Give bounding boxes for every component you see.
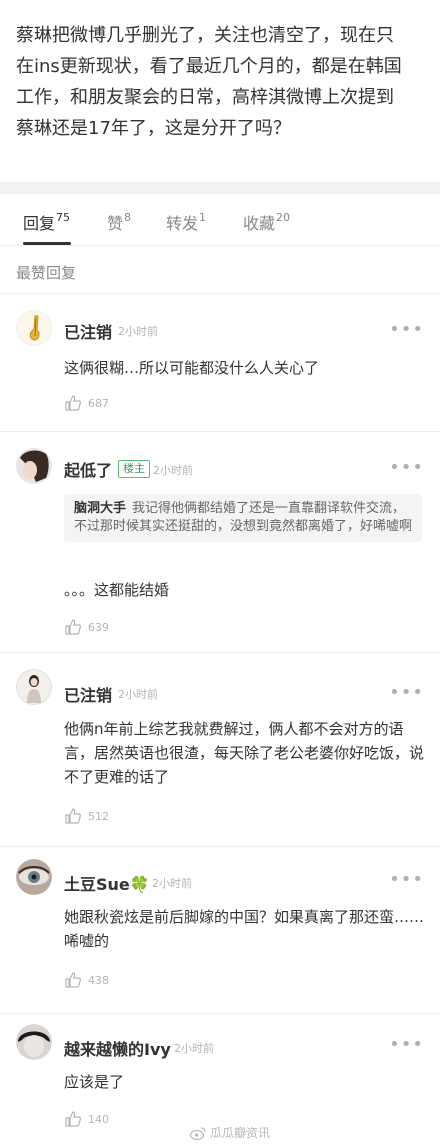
avatar[interactable]: [16, 859, 52, 895]
comment-time: 2小时前: [152, 877, 192, 890]
weibo-logo-icon: [189, 1126, 206, 1140]
post-line: 蔡琳还是17年了，这是分开了吗？: [16, 118, 291, 139]
like-count: 512: [88, 809, 109, 823]
post-text: 蔡琳把微博几乎删光了，关注也清空了，现在只 在ins更新现状，看了最近几个月的，…: [16, 20, 424, 144]
avatar[interactable]: [16, 448, 52, 484]
tab-count: 1: [199, 210, 207, 224]
like-button[interactable]: 438: [64, 971, 109, 989]
section-title: 最赞回复: [16, 264, 77, 282]
comment-time: 2小时前: [118, 325, 158, 338]
avatar[interactable]: [16, 310, 52, 346]
section-gap: [0, 182, 440, 194]
more-options-icon[interactable]: •••: [389, 1034, 424, 1055]
avatar[interactable]: [16, 669, 52, 705]
post-line: 工作，和朋友聚会的日常，高梓淇微博上次提到: [16, 87, 394, 108]
avatar[interactable]: [16, 1024, 52, 1060]
comment-time: 2小时前: [174, 1042, 214, 1055]
tab-bar: 回复75 赞8 转发1 收藏20: [0, 194, 440, 246]
tab-likes[interactable]: 赞8: [107, 210, 131, 234]
watermark: 瓜瓜瓣资讯: [189, 1124, 270, 1141]
commenter-name[interactable]: 起低了: [64, 457, 112, 481]
comment-item: 起低了 楼主 2小时前 ••• 脑洞大手 我记得他俩都结婚了还是一直靠翻译软件交流…: [0, 432, 440, 653]
comment-item: 已注销 2小时前 ••• 这俩很糊…所以可能都没什么人关心了 687: [0, 294, 440, 432]
tab-label: 收藏: [243, 214, 276, 233]
more-options-icon[interactable]: •••: [389, 869, 424, 890]
commenter-name[interactable]: 已注销: [64, 319, 112, 343]
tab-count: 20: [276, 210, 291, 224]
post-line: 在ins更新现状，看了最近几个月的，都是在韩国: [16, 56, 402, 77]
op-badge: 楼主: [118, 460, 150, 478]
like-button[interactable]: 512: [64, 807, 109, 825]
more-options-icon[interactable]: •••: [389, 457, 424, 478]
like-count: 438: [88, 973, 109, 987]
thumbs-up-icon: [65, 1111, 81, 1127]
comment-body: 。。。这都能结婚: [64, 581, 170, 599]
post-line: 蔡琳把微博几乎删光了，关注也清空了，现在只: [16, 25, 394, 46]
avatar-portrait-icon: [16, 1024, 52, 1060]
more-options-icon[interactable]: •••: [389, 682, 424, 703]
comment-body: 他俩n年前上综艺我就费解过，俩人都不会对方的语言，居然英语也很渣，每天除了老公老…: [64, 720, 425, 786]
thumbs-up-icon: [65, 972, 81, 988]
more-options-icon[interactable]: •••: [389, 319, 424, 340]
commenter-name[interactable]: 已注销: [64, 682, 112, 706]
avatar-guitar-icon: [16, 310, 52, 346]
avatar-portrait-icon: [16, 669, 52, 705]
comment-body: 这俩很糊…所以可能都没什么人关心了: [64, 359, 320, 377]
post-content: 蔡琳把微博几乎删光了，关注也清空了，现在只 在ins更新现状，看了最近几个月的，…: [0, 0, 440, 182]
commenter-name[interactable]: 土豆Sue🍀: [64, 871, 150, 895]
thumbs-up-icon: [65, 619, 81, 635]
thumbs-up-icon: [65, 808, 81, 824]
comment-time: 2小时前: [153, 464, 193, 477]
tab-label: 赞: [107, 214, 124, 233]
tab-label: 转发: [166, 214, 199, 233]
active-tab-indicator: [23, 242, 71, 245]
comment-time: 2小时前: [118, 688, 158, 701]
quoted-author: 脑洞大手: [74, 501, 127, 516]
like-count: 687: [88, 396, 109, 410]
like-count: 639: [88, 620, 109, 634]
like-button[interactable]: 687: [64, 394, 109, 412]
tab-replies[interactable]: 回复75: [23, 210, 70, 234]
tab-reposts[interactable]: 转发1: [166, 210, 206, 234]
comment-body: 她跟秋瓷炫是前后脚嫁的中国？如果真离了那还蛮……唏嘘的: [64, 908, 425, 950]
tab-favorites[interactable]: 收藏20: [243, 210, 290, 234]
thumbs-up-icon: [65, 395, 81, 411]
tab-label: 回复: [23, 214, 56, 233]
tab-count: 8: [124, 210, 132, 224]
like-button[interactable]: 639: [64, 618, 109, 636]
comment-item: 已注销 2小时前 ••• 他俩n年前上综艺我就费解过，俩人都不会对方的语言，居然…: [0, 653, 440, 847]
avatar-eye-icon: [16, 859, 52, 895]
avatar-portrait-icon: [16, 448, 52, 484]
commenter-name[interactable]: 越来越懒的Ivy: [64, 1036, 171, 1060]
tab-count: 75: [56, 210, 71, 224]
quoted-reply[interactable]: 脑洞大手 我记得他俩都结婚了还是一直靠翻译软件交流，不过那时候其实还挺甜的，没想到…: [64, 494, 422, 542]
comment-body: 应该是了: [64, 1073, 125, 1091]
like-button[interactable]: 140: [64, 1110, 109, 1128]
like-count: 140: [88, 1112, 109, 1126]
comment-item: 土豆Sue🍀 2小时前 ••• 她跟秋瓷炫是前后脚嫁的中国？如果真离了那还蛮………: [0, 847, 440, 1014]
watermark-text: 瓜瓜瓣资讯: [209, 1126, 270, 1140]
